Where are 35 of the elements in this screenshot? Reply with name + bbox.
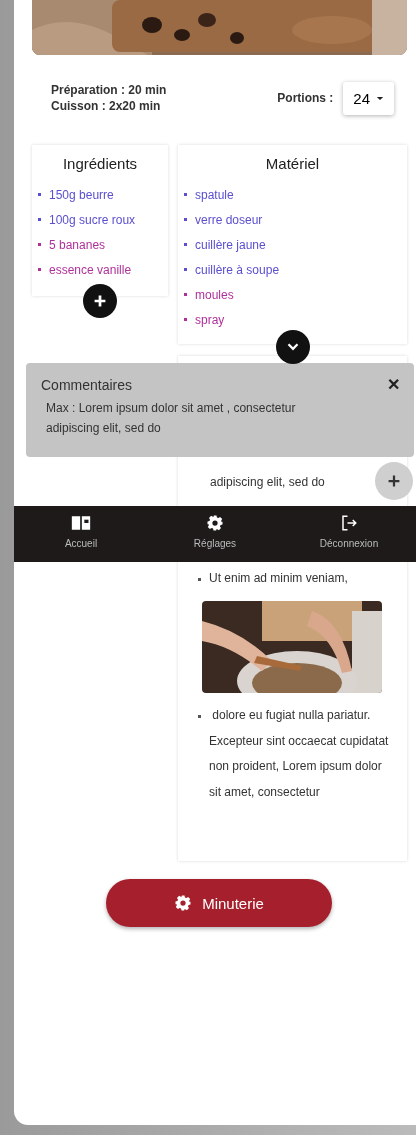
portions-label: Portions : [277,91,334,105]
preparation-time: Préparation : 20 min [51,82,168,98]
nav-item[interactable]: Réglages [148,506,282,562]
gear-icon [174,894,193,912]
equipment-item: spatule [195,187,234,202]
bullet-icon [198,577,201,581]
comment-text: Max : Lorem ipsum dolor sit amet , consectetur adipiscing elit, sed do [46,400,297,437]
equipment-item: moules [195,287,234,302]
step-text: Ut enim ad minim veniam, [209,569,348,587]
card-title: Ingrédients [61,155,139,172]
portions-select[interactable]: 24 [343,81,394,115]
equipment-item: cuillère à soupe [195,262,280,277]
equipment-item: spray [195,312,225,327]
ingredient-item: 100g sucre roux [49,212,136,227]
bullet-icon [198,715,201,718]
caret-icon [376,95,384,101]
add-button[interactable] [83,284,117,318]
comments-title: Commentaires [41,376,133,393]
equipment-item: verre doseur [195,212,263,227]
ingredient-item: 5 bananes [49,237,106,252]
close-button[interactable]: ✕ [387,375,400,394]
nav-item[interactable]: Accueil [14,506,148,562]
card-title: Matériel [264,155,321,172]
ingredient-item: 150g beurre [49,187,114,202]
cooking-time: Cuisson : 2x20 min [51,98,162,114]
step-text: dolore eu fugiat nulla pariatur. Excepteur sint occaecat cupidatat non proident, Lorem ipsum dolor sit amet, consectetur [209,707,390,801]
nav-item[interactable]: Déconnexion [282,506,416,562]
gear-icon [205,514,225,532]
ingredient-item: essence vanille [49,262,132,277]
expand-button[interactable] [275,330,310,364]
equipment-item: cuillère jaune [195,237,266,252]
book-icon [71,514,91,532]
logout-icon [339,514,359,532]
timer-button[interactable]: Minuterie [106,879,332,927]
step-text: adipiscing elit, sed do [210,474,325,491]
